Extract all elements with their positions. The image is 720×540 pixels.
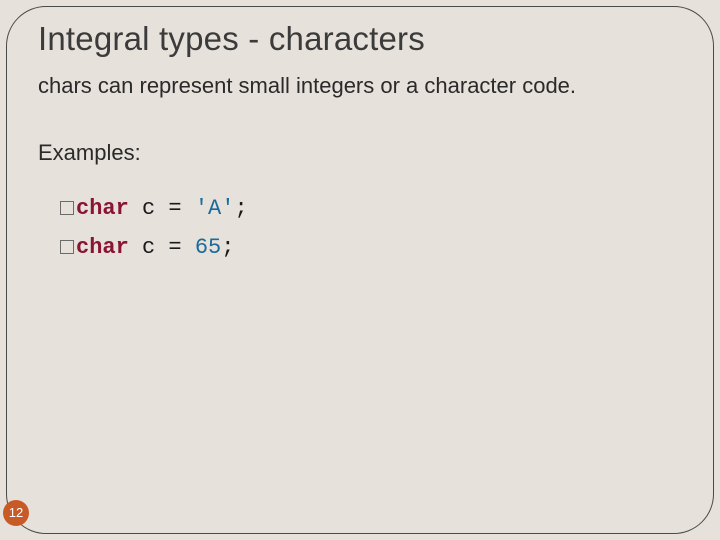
code-ident: c (129, 235, 169, 260)
slide-content: Integral types - characters chars can re… (38, 20, 682, 274)
bullet-icon (60, 201, 74, 215)
slide-title: Integral types - characters (38, 20, 682, 58)
page-number-badge: 12 (3, 500, 29, 526)
code-literal: 65 (195, 235, 221, 260)
code-op: = (168, 196, 194, 221)
code-keyword: char (76, 235, 129, 260)
code-keyword: char (76, 196, 129, 221)
code-term: ; (221, 235, 234, 260)
code-op: = (168, 235, 194, 260)
code-ident: c (129, 196, 169, 221)
code-line-1: char c = 'A'; (38, 196, 682, 221)
slide-paragraph: chars can represent small integers or a … (38, 72, 682, 100)
examples-label: Examples: (38, 140, 682, 166)
bullet-icon (60, 240, 74, 254)
code-line-2: char c = 65; (38, 235, 682, 260)
code-literal: 'A' (195, 196, 235, 221)
code-term: ; (234, 196, 247, 221)
